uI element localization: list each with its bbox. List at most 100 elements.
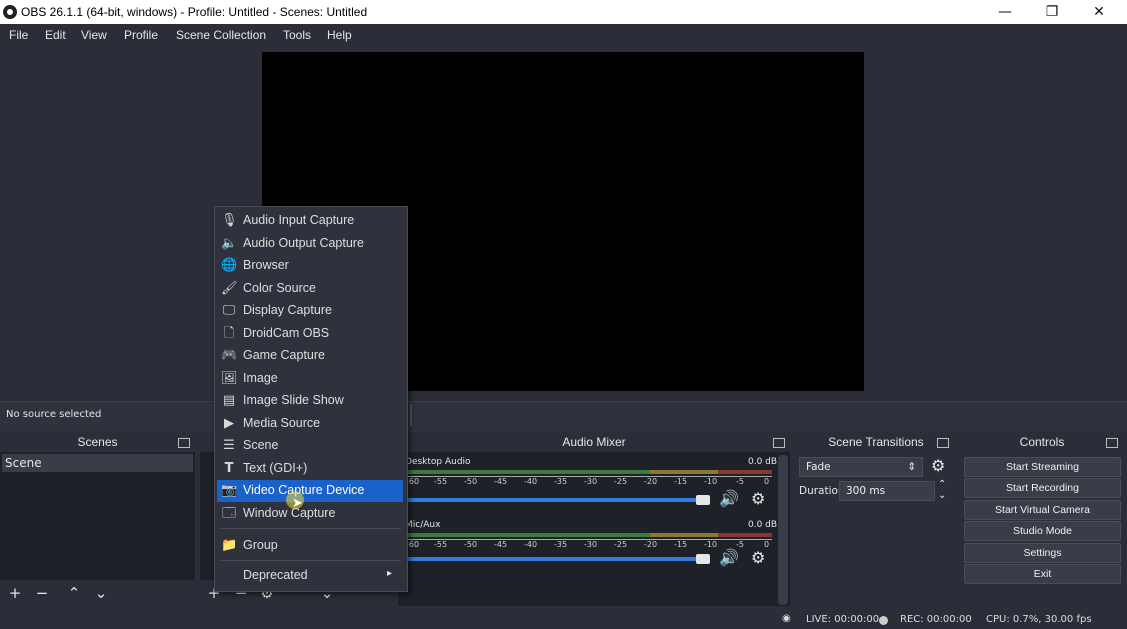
monitor-icon: 🖵	[222, 303, 236, 318]
menu-edit[interactable]: Edit	[45, 28, 66, 42]
transition-gear-icon[interactable]: ⚙	[931, 456, 945, 475]
menu-file[interactable]: File	[9, 28, 28, 42]
restore-button[interactable]: ❐	[1029, 0, 1075, 24]
close-button[interactable]: ✕	[1076, 0, 1122, 24]
menu-item-color-source[interactable]: 🖌 Color Source	[217, 278, 403, 300]
audio-mixer-float-icon[interactable]	[773, 438, 785, 448]
scenes-toolbar: + − ⌃ ⌄	[0, 580, 195, 606]
menu-view[interactable]: View	[81, 28, 107, 42]
exit-button[interactable]: Exit	[964, 564, 1121, 584]
add-scene-icon[interactable]: +	[4, 583, 26, 603]
add-source-context-menu: 🎙 Audio Input Capture 🔈 Audio Output Cap…	[214, 206, 408, 592]
desktop-audio-scale: -60 -55 -50 -45 -40 -35 -30 -25 -20 -15 …	[406, 476, 772, 487]
mic-aux-gear-icon[interactable]: ⚙	[751, 548, 765, 567]
mic-aux-speaker-icon[interactable]: 🔊	[719, 548, 739, 567]
remove-scene-icon[interactable]: −	[31, 583, 53, 603]
image-icon: 🖼	[221, 371, 238, 386]
mic-aux-label: Mic/Aux	[405, 520, 441, 530]
mouse-pointer-icon: ➤	[292, 496, 303, 511]
mic-aux-meter-green	[406, 533, 650, 537]
menu-item-video-capture-device[interactable]: 📷 Video Capture Device	[217, 480, 403, 502]
menu-separator	[221, 528, 401, 529]
desktop-audio-slider-handle[interactable]	[696, 495, 710, 505]
desktop-audio-label: Desktop Audio	[405, 457, 471, 467]
scenes-dock-title: Scenes	[0, 432, 195, 452]
duration-input[interactable]: 300 ms	[839, 481, 935, 501]
globe-icon: 🌐	[221, 258, 238, 273]
live-signal-icon: ◉	[782, 613, 791, 624]
title-bar: OBS 26.1.1 (64-bit, windows) - Profile: …	[0, 0, 1127, 24]
menu-item-scene[interactable]: ☰ Scene	[217, 435, 403, 457]
slideshow-icon: ▤	[222, 393, 236, 408]
move-up-icon[interactable]: ⌃	[63, 583, 85, 603]
scenes-title: Scenes	[77, 435, 118, 449]
start-recording-button[interactable]: Start Recording	[964, 478, 1121, 498]
transition-type-select[interactable]: Fade ⇕	[799, 457, 923, 477]
audio-mixer-title: Audio Mixer	[562, 435, 626, 449]
menu-tools[interactable]: Tools	[283, 28, 311, 42]
menu-item-display-capture[interactable]: 🖵 Display Capture	[217, 300, 403, 322]
scenes-float-icon[interactable]	[178, 438, 190, 448]
submenu-arrow-icon: ▸	[387, 568, 393, 579]
scene-item-label: Scene	[5, 456, 42, 470]
desktop-audio-speaker-icon[interactable]: 🔊	[719, 489, 739, 508]
obs-logo-icon	[3, 5, 17, 19]
controls-dock-title: Controls	[962, 432, 1122, 452]
controls-title: Controls	[1019, 435, 1065, 449]
desktop-audio-meter-yellow	[650, 470, 718, 474]
rec-indicator-icon	[879, 616, 888, 625]
cpu-fps: CPU: 0.7%, 30.00 fps	[986, 614, 1092, 625]
gamepad-icon: 🎮	[221, 348, 238, 363]
start-streaming-button[interactable]: Start Streaming	[964, 457, 1121, 477]
mic-aux-volume-slider[interactable]	[406, 557, 710, 561]
window-icon: 🗔	[221, 506, 237, 521]
text-icon: T	[224, 461, 234, 476]
menu-item-window-capture[interactable]: 🗔 Window Capture	[217, 503, 403, 525]
audio-mixer-scrollbar[interactable]	[778, 455, 788, 605]
document-icon: 🗋	[223, 326, 235, 341]
desktop-audio-gear-icon[interactable]: ⚙	[751, 489, 765, 508]
menu-item-droidcam-obs[interactable]: 🗋 DroidCam OBS	[217, 323, 403, 345]
move-down-icon[interactable]: ⌄	[90, 583, 112, 603]
menu-item-media-source[interactable]: ▶ Media Source	[217, 413, 403, 435]
menu-item-game-capture[interactable]: 🎮 Game Capture	[217, 345, 403, 367]
menu-item-text-gdi[interactable]: T Text (GDI+)	[217, 458, 403, 480]
live-timer: LIVE: 00:00:00	[806, 614, 880, 625]
transitions-dock-title: Scene Transitions	[796, 432, 956, 452]
menu-item-audio-output-capture[interactable]: 🔈 Audio Output Capture	[217, 233, 403, 255]
folder-icon: 📁	[221, 538, 238, 553]
desktop-audio-meter-green	[406, 470, 650, 474]
desktop-audio-meter-red	[718, 470, 772, 474]
mic-aux-scale: -60 -55 -50 -45 -40 -35 -30 -25 -20 -15 …	[406, 539, 772, 550]
status-bar: ◉ LIVE: 00:00:00 REC: 00:00:00 CPU: 0.7%…	[0, 611, 1127, 629]
transitions-float-icon[interactable]	[937, 438, 949, 448]
splitter-handle[interactable]	[410, 404, 412, 426]
menu-item-deprecated[interactable]: Deprecated ▸	[217, 565, 403, 587]
studio-mode-button[interactable]: Studio Mode	[964, 521, 1121, 541]
minimize-button[interactable]: —	[982, 0, 1028, 24]
duration-stepper[interactable]: ⌃ ⌄	[938, 479, 946, 501]
start-virtual-camera-button[interactable]: Start Virtual Camera	[964, 500, 1121, 520]
desktop-audio-volume-slider[interactable]	[406, 498, 710, 502]
menu-item-image[interactable]: 🖼 Image	[217, 368, 403, 390]
settings-button[interactable]: Settings	[964, 543, 1121, 563]
controls-float-icon[interactable]	[1106, 438, 1118, 448]
mic-aux-level: 0.0 dB	[748, 520, 778, 530]
menu-scene-collection[interactable]: Scene Collection	[176, 28, 266, 42]
menu-item-audio-input-capture[interactable]: 🎙 Audio Input Capture	[217, 210, 403, 232]
brush-icon: 🖌	[221, 281, 238, 296]
menu-item-browser[interactable]: 🌐 Browser	[217, 255, 403, 277]
mic-aux-meter-yellow	[650, 533, 718, 537]
speaker-icon: 🔈	[221, 236, 238, 251]
mic-aux-slider-handle[interactable]	[696, 554, 710, 564]
menu-bar: File Edit View Profile Scene Collection …	[0, 24, 1127, 46]
audio-mixer-body: Desktop Audio 0.0 dB -60 -55 -50 -45 -40…	[398, 452, 790, 606]
microphone-icon: 🎙	[221, 213, 238, 228]
menu-profile[interactable]: Profile	[124, 28, 158, 42]
menu-item-image-slide-show[interactable]: ▤ Image Slide Show	[217, 390, 403, 412]
scene-item[interactable]: Scene	[2, 454, 193, 472]
menu-item-group[interactable]: 📁 Group	[217, 535, 403, 557]
list-icon: ☰	[223, 438, 235, 453]
no-source-label: No source selected	[6, 409, 102, 420]
menu-help[interactable]: Help	[327, 28, 352, 42]
